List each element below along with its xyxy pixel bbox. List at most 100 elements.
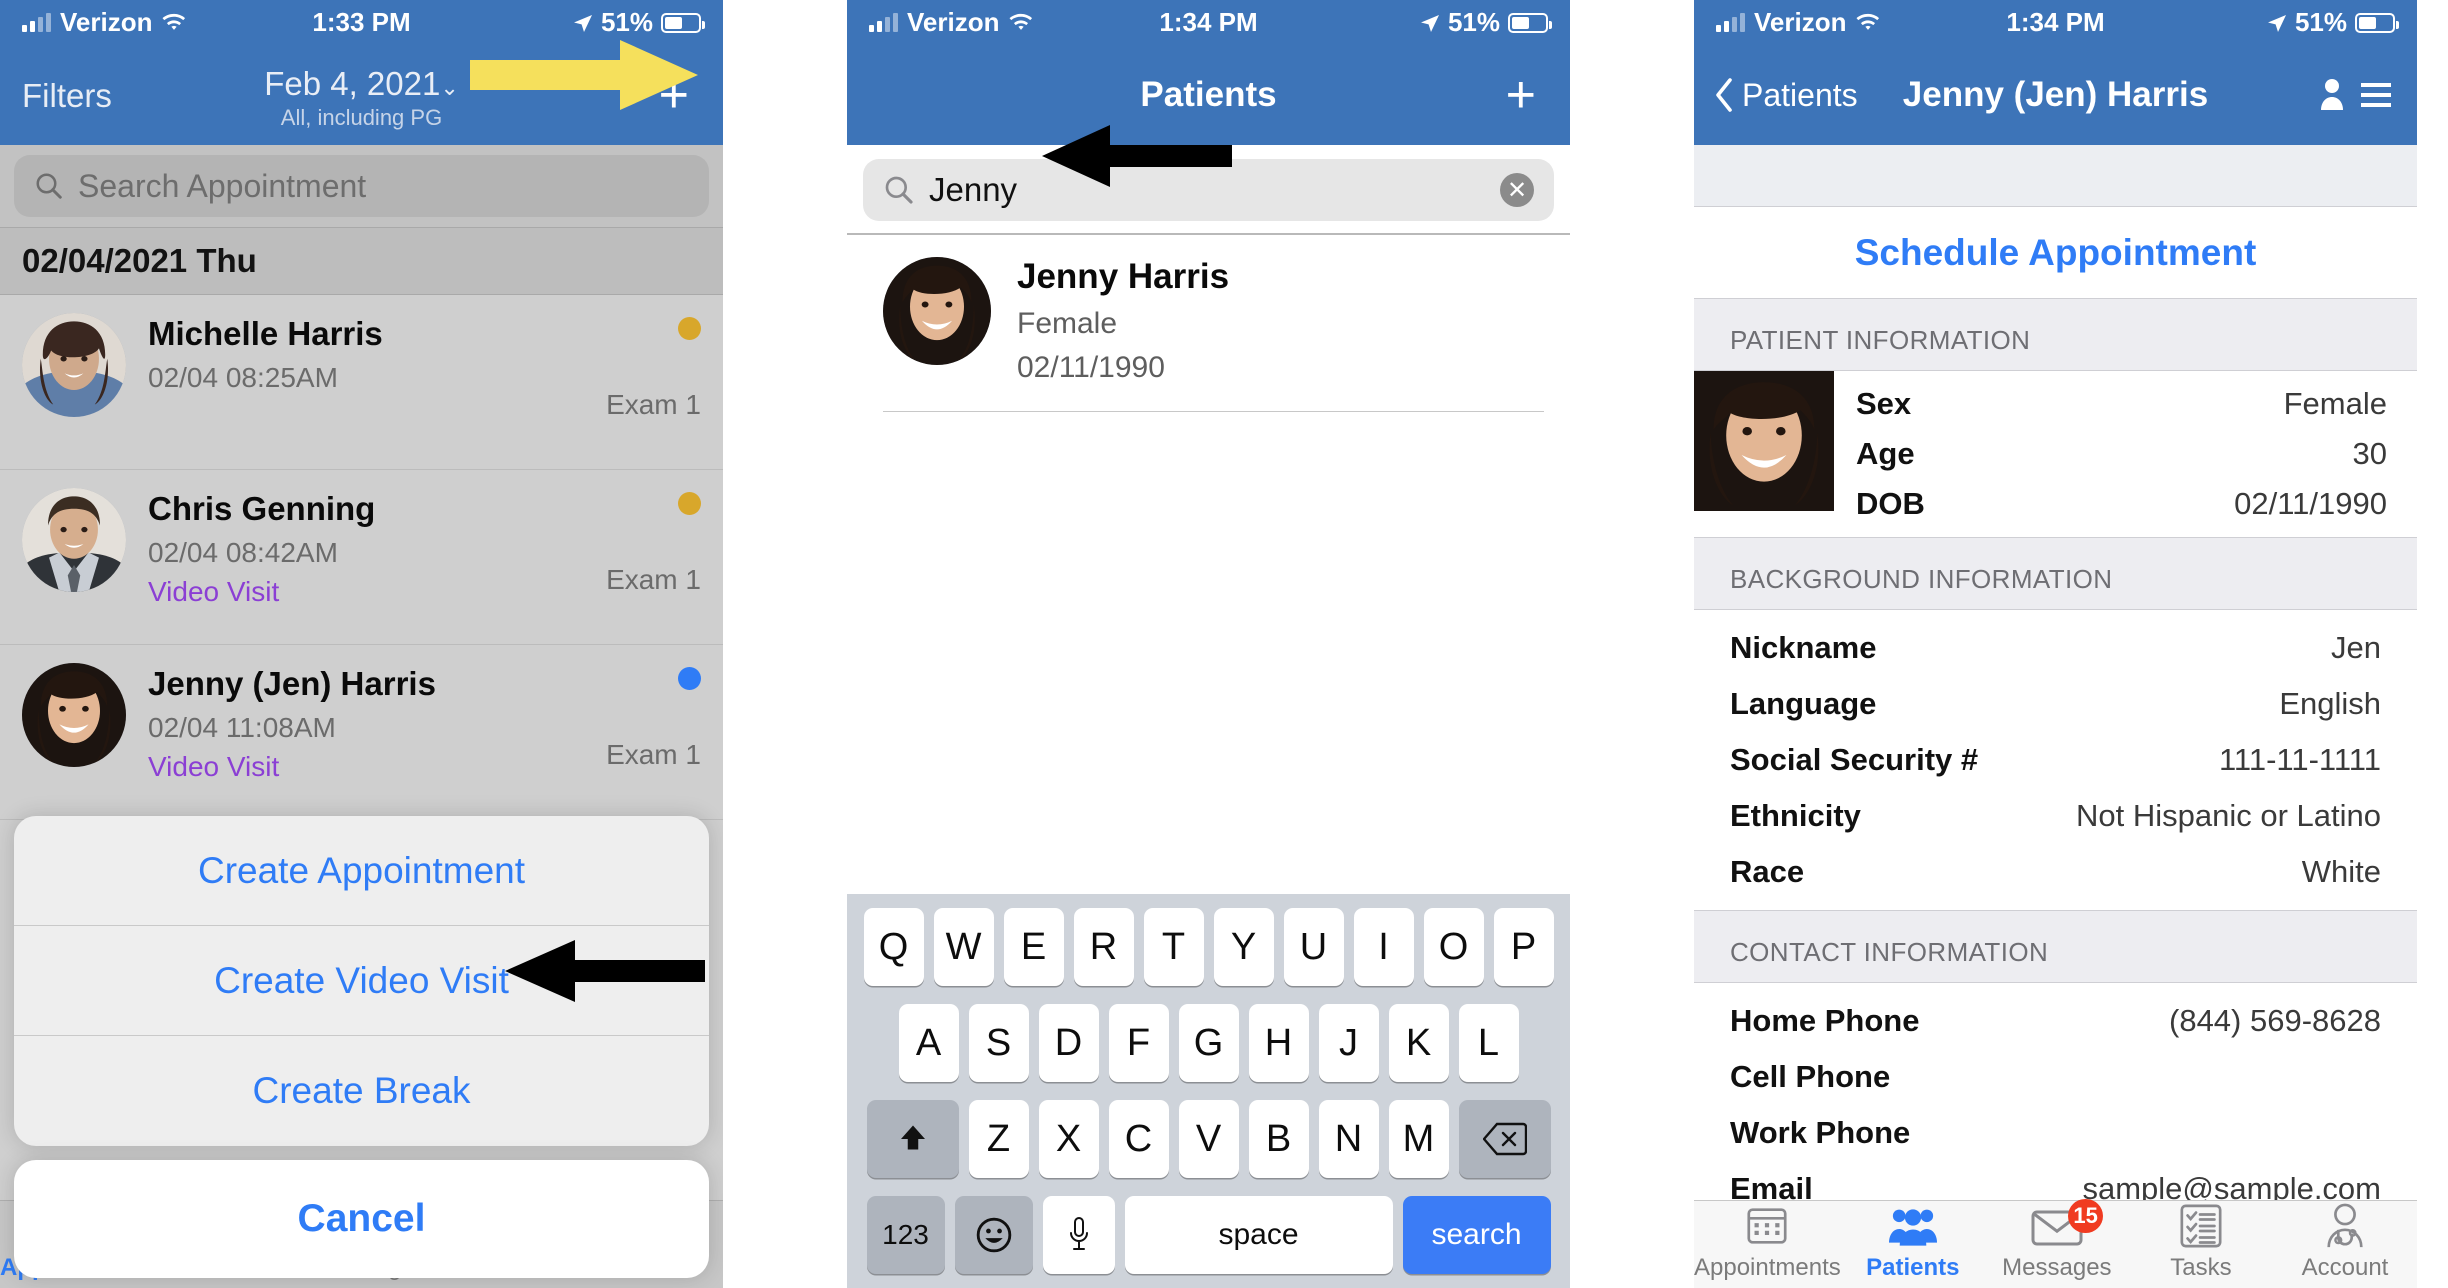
key-u[interactable]: U [1283,908,1344,986]
create-appointment-button[interactable]: Create Appointment [14,816,709,926]
field-value: English [2279,686,2381,721]
calendar-icon [1747,1208,1787,1244]
tab-appointments[interactable]: Appointments [1694,1201,1841,1288]
emoji-icon[interactable] [954,1196,1033,1274]
key-e[interactable]: E [1003,908,1064,986]
section-header-contact-information: CONTACT INFORMATION [1730,937,2049,967]
message-badge: 15 [2068,1199,2103,1233]
key-w[interactable]: W [933,908,994,986]
section-header-background-information: BACKGROUND INFORMATION [1730,564,2113,594]
panel-patient-chart: Verizon 1:34 PM 51% Patients Jenny (Jen)… [1694,0,2417,1288]
key-o[interactable]: O [1423,908,1484,986]
schedule-appointment-button[interactable]: Schedule Appointment [1694,207,2417,299]
key-h[interactable]: H [1248,1004,1309,1082]
list-item[interactable]: Jenny Harris Female 02/11/1990 [847,235,1570,411]
clear-search-icon[interactable]: ✕ [1500,173,1534,207]
key-g[interactable]: G [1178,1004,1239,1082]
search-key[interactable]: search [1402,1196,1551,1274]
field-label: Home Phone [1730,1003,1920,1038]
add-patient-button[interactable]: + [1506,69,1536,121]
page-title: Jenny (Jen) Harris [1902,75,2209,114]
date-selector[interactable]: Feb 4, 2021⌄ All, including PG [0,65,723,131]
section-header-patient-information: PATIENT INFORMATION [1730,325,2031,355]
key-z[interactable]: Z [968,1100,1029,1178]
numeric-key[interactable]: 123 [866,1196,945,1274]
table-row: Ethnicity Not Hispanic or Latino [1730,788,2381,844]
avatar [883,257,991,365]
patient-name: Jenny Harris [1017,257,1230,296]
key-b[interactable]: B [1248,1100,1309,1178]
patient-name: Michelle Harris [148,315,383,352]
table-row: Language English [1730,676,2381,732]
patient-list-icon[interactable] [2321,45,2391,145]
date-section-header: 02/04/2021 Thu [0,227,723,295]
key-y[interactable]: Y [1213,908,1274,986]
room-label: Exam 1 [606,739,701,770]
create-video-visit-button[interactable]: Create Video Visit [14,926,709,1036]
search-icon [885,176,913,204]
table-row[interactable]: Michelle Harris 02/04 08:25AM Exam 1 [0,295,723,470]
tab-label: Appointments [1694,1254,1841,1281]
patient-chart-body: Schedule Appointment PATIENT INFORMATION [1694,145,2417,1288]
key-v[interactable]: V [1178,1100,1239,1178]
key-s[interactable]: S [968,1004,1029,1082]
avatar-photo-jenny-chart [1694,371,1834,511]
key-l[interactable]: L [1458,1004,1519,1082]
key-i[interactable]: I [1353,908,1414,986]
key-t[interactable]: T [1143,908,1204,986]
tab-account[interactable]: Account [2273,1201,2417,1288]
key-f[interactable]: F [1108,1004,1169,1082]
on-screen-keyboard: Q W E R T Y U I O P A S D F G H J K L Z … [847,894,1570,1288]
avatar [22,313,126,417]
space-key[interactable]: space [1124,1196,1393,1274]
status-dot [678,492,701,515]
key-p[interactable]: P [1493,908,1554,986]
patient-photo [1694,371,1834,511]
avatar [22,488,126,592]
key-d[interactable]: D [1038,1004,1099,1082]
search-input[interactable]: Jenny ✕ [863,159,1554,221]
table-row: Nickname Jen [1730,620,2381,676]
battery-percent-label: 51% [1447,7,1500,37]
field-label: DOB [1856,486,1925,521]
row-meta: Exam 1 [571,488,701,596]
row-text: Jenny (Jen) Harris 02/04 11:08AM Video V… [148,663,549,783]
status-right-group: 51% [2267,7,2399,38]
list-lines-icon [2361,83,2391,107]
key-a[interactable]: A [898,1004,959,1082]
field-label: Social Security # [1730,742,1979,777]
panel-appointments: Verizon 1:33 PM 51% Filters Feb 4, 2021⌄ [0,0,723,1288]
table-row: Home Phone (844) 569-8628 [1730,993,2381,1049]
backspace-icon[interactable] [1458,1100,1551,1178]
field-value: Jen [2331,630,2381,665]
keyboard-row-1: Q W E R T Y U I O P [852,908,1565,986]
patient-results-list: Jenny Harris Female 02/11/1990 [847,235,1570,412]
tab-tasks[interactable]: Tasks [2129,1201,2273,1288]
create-break-button[interactable]: Create Break [14,1036,709,1146]
key-k[interactable]: K [1388,1004,1449,1082]
key-x[interactable]: X [1038,1100,1099,1178]
field-value: 111-11-1111 [2218,742,2381,777]
microphone-icon[interactable] [1042,1196,1115,1274]
table-row[interactable]: Jenny (Jen) Harris 02/04 11:08AM Video V… [0,645,723,820]
key-c[interactable]: C [1108,1100,1169,1178]
status-bar-chart: Verizon 1:34 PM 51% [1694,0,2417,45]
key-j[interactable]: J [1318,1004,1379,1082]
cancel-button[interactable]: Cancel [14,1160,709,1278]
key-m[interactable]: M [1388,1100,1449,1178]
appointment-search-bar: Search Appointment [0,145,723,227]
tab-messages[interactable]: 15 Messages [1985,1199,2129,1288]
key-n[interactable]: N [1318,1100,1379,1178]
patient-sex: Female [1017,307,1118,340]
search-input[interactable]: Search Appointment [14,155,709,217]
add-appointment-button[interactable]: + [659,69,689,121]
keyboard-row-4: 123 space search [852,1196,1565,1274]
key-q[interactable]: Q [863,908,924,986]
shift-icon[interactable] [866,1100,959,1178]
page-title: Patients [1140,75,1277,114]
table-row[interactable]: Chris Genning 02/04 08:42AM Video Visit … [0,470,723,645]
field-label: Nickname [1730,630,1877,665]
tab-patients[interactable]: Patients [1841,1201,1985,1288]
key-r[interactable]: R [1073,908,1134,986]
room-label: Exam 1 [606,564,701,595]
